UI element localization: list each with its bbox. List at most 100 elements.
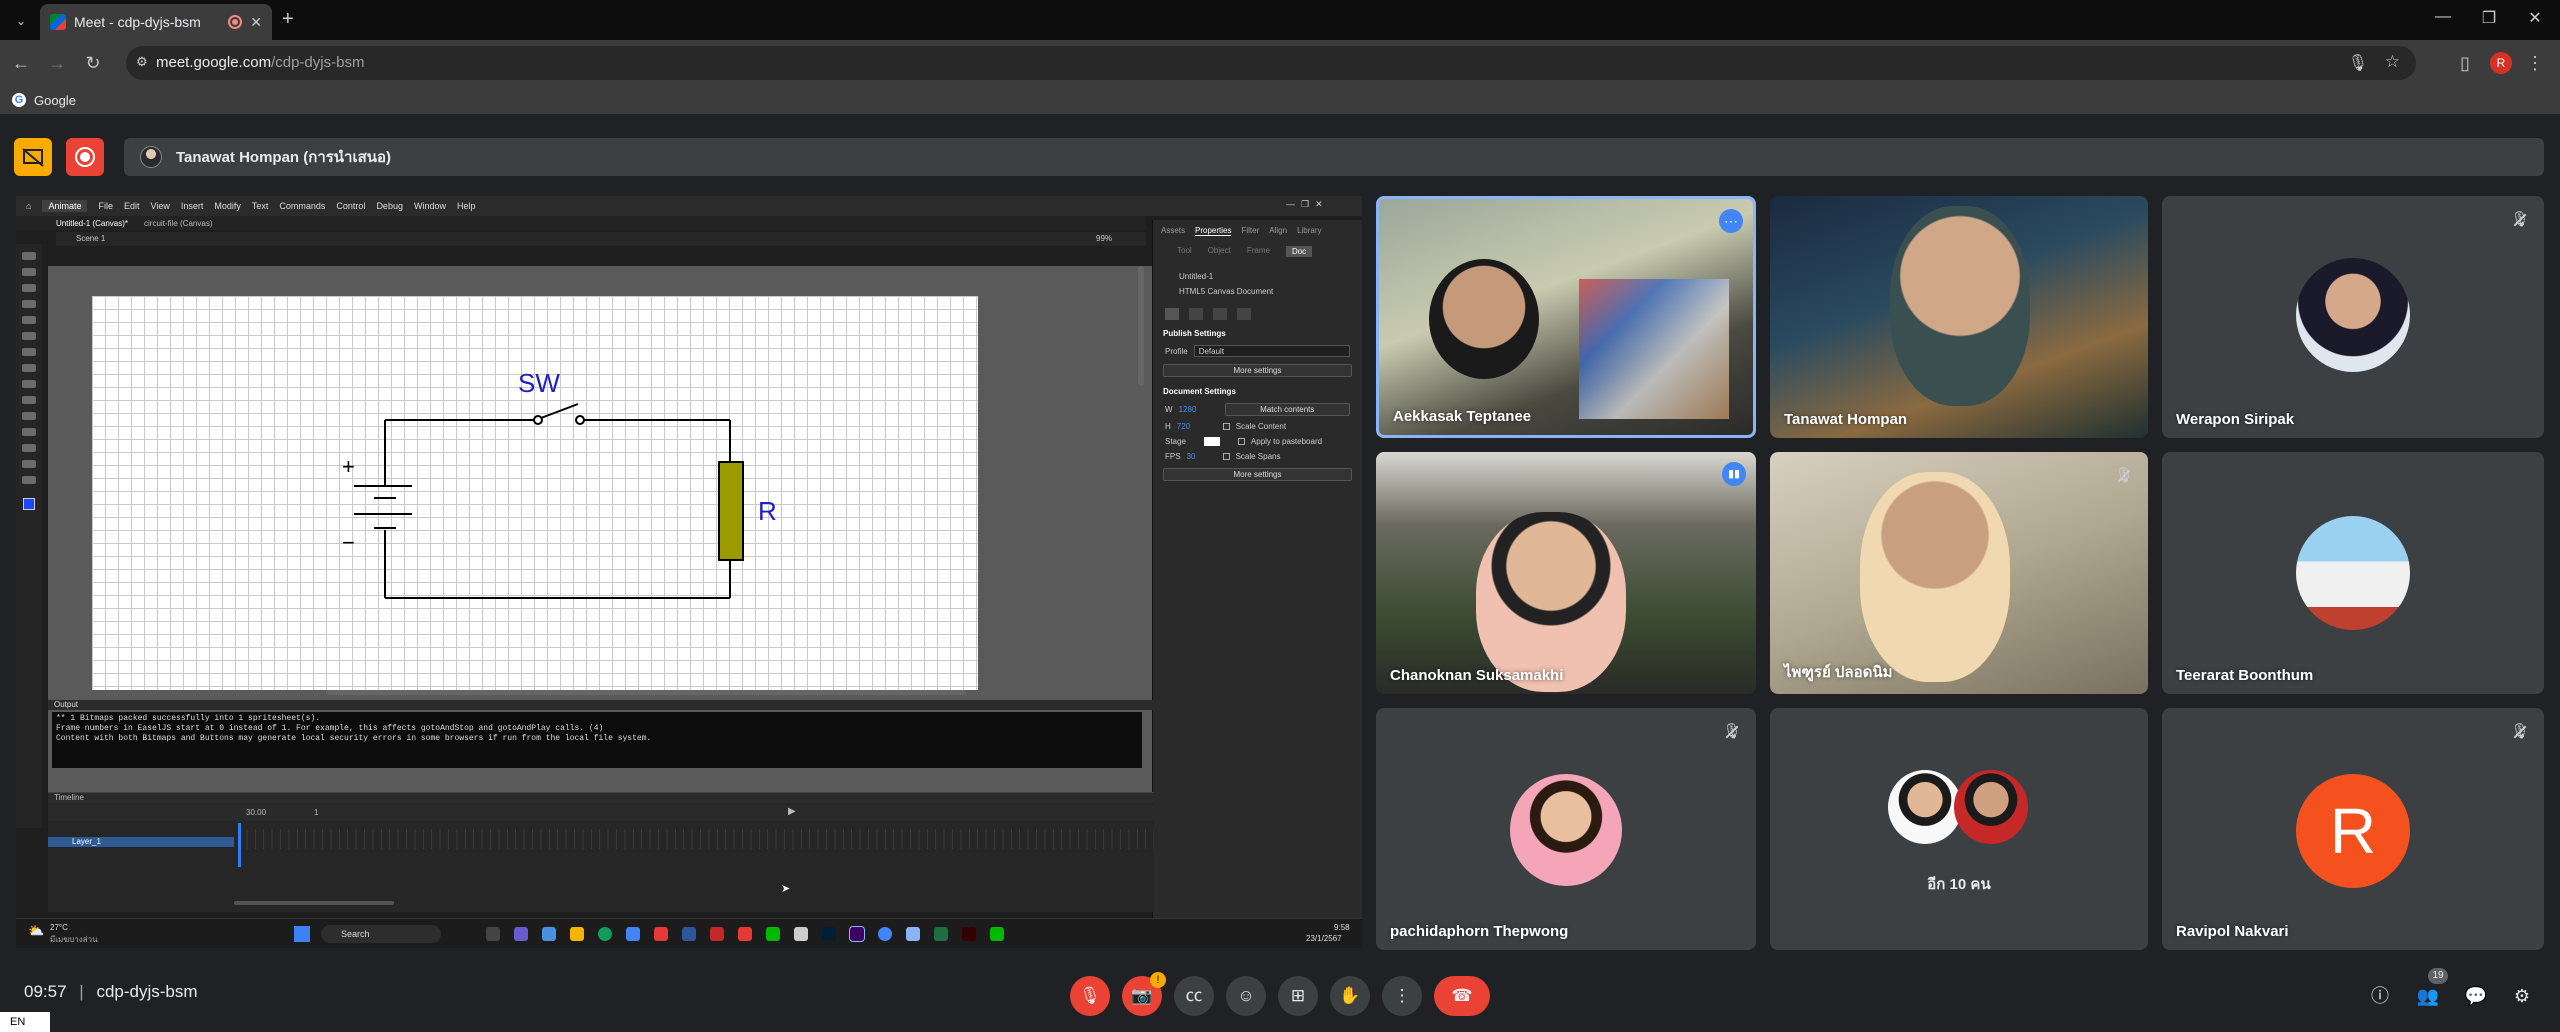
timeline-scrollbar[interactable] <box>234 901 394 905</box>
zoom-field[interactable]: 99% <box>1096 232 1112 246</box>
menu-help[interactable]: Help <box>457 201 476 211</box>
text-tool-icon[interactable] <box>22 396 36 404</box>
lasso-tool-icon[interactable] <box>22 284 36 292</box>
side-panel-icon[interactable]: ▯ <box>2454 52 2476 74</box>
subtab-doc[interactable]: Doc <box>1285 246 1313 257</box>
publish-settings-header[interactable]: Publish Settings <box>1153 323 1362 342</box>
fps-value[interactable]: 30 <box>1187 452 1217 461</box>
folder-icon[interactable] <box>570 927 584 941</box>
animate-icon[interactable] <box>849 926 865 942</box>
timeline-fps[interactable]: 30.00 <box>246 808 266 817</box>
oval-tool-icon[interactable] <box>22 364 36 372</box>
stage-horizontal-scrollbar[interactable] <box>326 690 966 695</box>
line-icon[interactable] <box>766 927 780 941</box>
pen-tool-icon[interactable] <box>22 300 36 308</box>
height-value[interactable]: 720 <box>1177 422 1217 431</box>
stage-color-swatch[interactable] <box>1203 437 1220 446</box>
selection-tool-icon[interactable] <box>22 252 36 260</box>
menu-view[interactable]: View <box>151 201 170 211</box>
more-options-button[interactable]: ⋮ <box>1382 976 1422 1016</box>
taskbar-date[interactable]: 23/1/2567 <box>1306 934 1342 943</box>
lock-icon[interactable] <box>1237 308 1251 320</box>
input-language-indicator[interactable]: EN <box>0 1012 50 1032</box>
restore-button[interactable]: ❐ <box>2466 8 2512 32</box>
scene-name[interactable]: Scene 1 <box>76 234 105 243</box>
bookmark-google[interactable]: Google <box>34 93 76 108</box>
apply-pasteboard-checkbox[interactable] <box>1237 438 1245 445</box>
doc-icon[interactable] <box>1213 308 1227 320</box>
line-tool-icon[interactable] <box>22 380 36 388</box>
chat-button[interactable]: 💬 <box>2462 982 2490 1010</box>
taskbar-app-icon[interactable] <box>906 927 920 941</box>
raise-hand-button[interactable]: ✋ <box>1330 976 1370 1016</box>
recording-button[interactable] <box>66 138 104 176</box>
more-options-icon[interactable]: ⋯ <box>1719 209 1743 233</box>
width-value[interactable]: 1280 <box>1179 405 1219 414</box>
panel-tab-properties[interactable]: Properties <box>1195 226 1232 236</box>
browser-tab[interactable]: Meet - cdp-dyjs-bsm ✕ <box>40 4 272 40</box>
illustrator-icon[interactable] <box>962 927 976 941</box>
participant-tile[interactable]: 🎙 Werapon Siripak <box>2162 196 2544 438</box>
mic-toggle-button[interactable]: 🎙 <box>1070 976 1110 1016</box>
meeting-info-button[interactable]: ⓘ <box>2366 982 2394 1010</box>
menu-text[interactable]: Text <box>252 201 269 211</box>
chrome-icon[interactable] <box>878 927 892 941</box>
close-tab-icon[interactable]: ✕ <box>250 14 262 31</box>
weather-text[interactable]: มีเมฆบางส่วน <box>50 933 98 946</box>
profile-avatar[interactable]: R <box>2490 52 2512 74</box>
site-info-icon[interactable]: ⚙ <box>136 54 148 70</box>
paint-bucket-icon[interactable] <box>22 412 36 420</box>
zoom-tool-icon[interactable] <box>22 476 36 484</box>
photoshop-icon[interactable] <box>822 927 836 941</box>
stage-vertical-scrollbar[interactable] <box>1138 266 1144 386</box>
camera-toggle-button[interactable]: 📷 ! <box>1122 972 1166 1016</box>
new-tab-button[interactable]: + <box>282 8 294 31</box>
others-tile[interactable]: อีก 10 คน <box>1770 708 2148 950</box>
minimize-button[interactable]: — <box>2420 8 2466 32</box>
windows-start-icon[interactable] <box>294 926 310 942</box>
participant-tile[interactable]: 🎙 ไพฑูรย์ ปลอดนิม <box>1770 452 2148 694</box>
eraser-icon[interactable] <box>22 444 36 452</box>
rectangle-tool-icon[interactable] <box>22 348 36 356</box>
tab-search-icon[interactable]: ⌄ <box>10 10 32 32</box>
more-settings-button-2[interactable]: More settings <box>1163 468 1352 481</box>
menu-file[interactable]: File <box>98 201 113 211</box>
fill-color-swatch[interactable] <box>23 498 35 510</box>
taskbar-search[interactable]: Search <box>321 925 441 943</box>
scale-spans-checkbox[interactable] <box>1222 453 1230 460</box>
microphone-icon[interactable]: 🎙 <box>2348 53 2368 73</box>
participant-tile[interactable]: Tanawat Hompan <box>1770 196 2148 438</box>
more-settings-button[interactable]: More settings <box>1163 364 1352 377</box>
taskbar-time[interactable]: 9:58 <box>1334 923 1350 932</box>
subtab-frame[interactable]: Frame <box>1247 246 1270 257</box>
menu-commands[interactable]: Commands <box>279 201 325 211</box>
subtab-object[interactable]: Object <box>1208 246 1231 257</box>
present-button[interactable]: ⊞ <box>1278 976 1318 1016</box>
panel-tab-filter[interactable]: Filter <box>1241 226 1259 236</box>
forward-icon[interactable]: → <box>46 52 68 74</box>
menu-window[interactable]: Window <box>414 201 446 211</box>
weather-icon[interactable]: ⛅ <box>28 923 44 939</box>
menu-edit[interactable]: Edit <box>124 201 140 211</box>
presenter-chip[interactable]: Tanawat Hompan (การนำเสนอ) <box>124 138 2544 176</box>
participant-tile[interactable]: ⋯ Aekkasak Teptanee <box>1376 196 1756 438</box>
stop-presenting-button[interactable] <box>14 138 52 176</box>
doc-tab-active[interactable]: Untitled-1 (Canvas)* <box>56 219 128 228</box>
panel-tab-library[interactable]: Library <box>1297 226 1321 236</box>
layer-row[interactable]: Layer_1 <box>48 837 234 847</box>
subtab-tool[interactable]: Tool <box>1177 246 1192 257</box>
weather-temp[interactable]: 27°C <box>50 923 68 932</box>
animate-window-controls[interactable]: —❐✕ <box>1286 199 1329 210</box>
participant-tile[interactable]: Teerarat Boonthum <box>2162 452 2544 694</box>
close-window-button[interactable]: ✕ <box>2512 8 2558 32</box>
home-icon[interactable]: ⌂ <box>26 201 31 211</box>
panel-tab-assets[interactable]: Assets <box>1161 226 1185 236</box>
menu-debug[interactable]: Debug <box>376 201 403 211</box>
youtube-icon[interactable] <box>654 927 668 941</box>
address-bar[interactable]: ⚙ meet.google.com/cdp-dyjs-bsm 🎙 ☆ <box>126 46 2416 80</box>
taskbar-app-icon[interactable] <box>486 927 500 941</box>
taskbar-app-icon[interactable] <box>514 927 528 941</box>
browser-menu-icon[interactable]: ⋮ <box>2524 52 2546 74</box>
profile-select[interactable]: Default <box>1193 345 1350 357</box>
menu-insert[interactable]: Insert <box>181 201 204 211</box>
